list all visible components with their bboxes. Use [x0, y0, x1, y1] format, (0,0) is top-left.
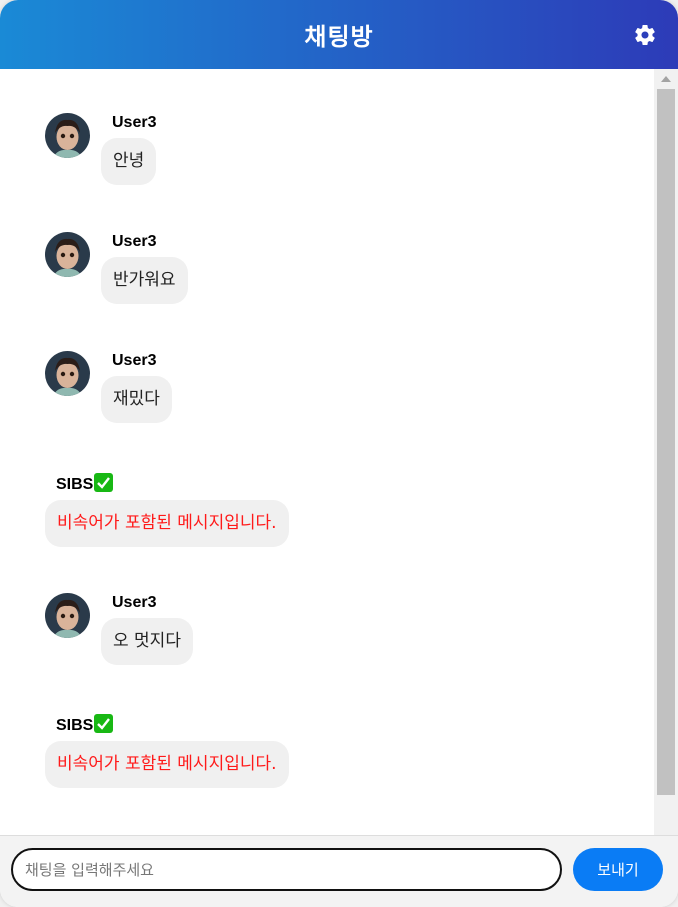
- chat-window: 채팅방 User3 안녕 User3 반가워요 User3 재밌다 SIBS 비…: [0, 0, 678, 907]
- chat-header: 채팅방: [0, 0, 678, 69]
- message-bubble: 재밌다: [101, 376, 172, 423]
- message-username: User3: [112, 114, 157, 131]
- chat-input[interactable]: [11, 848, 562, 891]
- system-username-label: SIBS: [56, 476, 94, 493]
- settings-button[interactable]: [632, 22, 658, 48]
- message-bubble: 반가워요: [101, 257, 188, 304]
- message-list[interactable]: User3 안녕 User3 반가워요 User3 재밌다 SIBS 비속어가 …: [0, 69, 654, 835]
- page-title: 채팅방: [304, 23, 374, 51]
- avatar: [45, 113, 90, 158]
- scroll-thumb[interactable]: [657, 89, 675, 795]
- vertical-scrollbar[interactable]: [654, 69, 678, 835]
- message-bubble: 오 멋지다: [101, 618, 193, 665]
- message-username: User3: [112, 233, 157, 250]
- message-username: User3: [112, 352, 157, 369]
- avatar: [45, 351, 90, 396]
- system-username: SIBS: [56, 473, 114, 494]
- message-bubble: 비속어가 포함된 메시지입니다.: [45, 741, 289, 788]
- composer-bar: 보내기: [0, 835, 678, 907]
- gear-icon: [635, 25, 655, 45]
- scroll-up-arrow-icon[interactable]: [661, 76, 671, 82]
- message-username: User3: [112, 594, 157, 611]
- avatar: [45, 232, 90, 277]
- avatar: [45, 593, 90, 638]
- check-mark-icon: [94, 714, 114, 733]
- message-bubble: 안녕: [101, 138, 157, 185]
- system-username: SIBS: [56, 714, 114, 735]
- check-mark-icon: [94, 473, 114, 492]
- system-username-label: SIBS: [56, 717, 94, 734]
- send-button[interactable]: 보내기: [573, 848, 663, 891]
- message-bubble: 비속어가 포함된 메시지입니다.: [45, 500, 289, 547]
